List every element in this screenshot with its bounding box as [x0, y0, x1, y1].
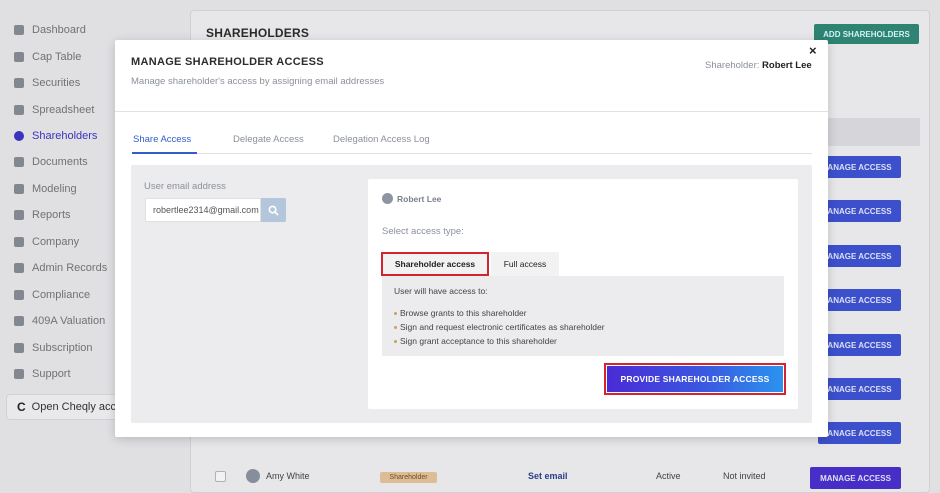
manage-shareholder-access-modal: × MANAGE SHAREHOLDER ACCESS Manage share…: [115, 40, 828, 437]
select-access-label: Select access type:: [382, 226, 464, 237]
shareholder-label: Shareholder: Robert Lee: [705, 60, 812, 71]
email-label: User email address: [144, 181, 226, 192]
access-description: User will have access to: Browse grants …: [382, 276, 784, 356]
tab-share-access[interactable]: Share Access: [133, 134, 191, 145]
modal-title: MANAGE SHAREHOLDER ACCESS: [131, 56, 324, 68]
bullet-icon: [394, 325, 397, 329]
card-user: Robert Lee: [382, 193, 441, 204]
list-item: Browse grants to this shareholder: [394, 308, 527, 318]
close-icon[interactable]: ×: [809, 44, 817, 58]
full-access-tab[interactable]: Full access: [491, 252, 559, 276]
search-icon: [268, 205, 279, 216]
shareholder-name: Robert Lee: [762, 60, 812, 71]
shareholder-access-tab[interactable]: Shareholder access: [381, 252, 489, 276]
list-item: Sign and request electronic certificates…: [394, 322, 605, 332]
provide-shareholder-access-button[interactable]: PROVIDE SHAREHOLDER ACCESS: [604, 363, 786, 395]
provide-button-label: PROVIDE SHAREHOLDER ACCESS: [607, 366, 783, 392]
search-button[interactable]: [261, 198, 286, 222]
modal-subtitle: Manage shareholder's access by assigning…: [131, 76, 385, 87]
list-item: Sign grant acceptance to this shareholde…: [394, 336, 557, 346]
tab-bar-line: [132, 153, 812, 154]
tab-delegate-access[interactable]: Delegate Access: [233, 134, 304, 145]
bullet-icon: [394, 311, 397, 315]
email-input[interactable]: [145, 198, 261, 222]
avatar: [382, 193, 393, 204]
divider: [115, 111, 828, 112]
tab-delegation-access-log[interactable]: Delegation Access Log: [333, 134, 430, 145]
bullet-icon: [394, 339, 397, 343]
active-tab-indicator: [132, 152, 197, 154]
access-card: Robert Lee Select access type: Sharehold…: [368, 179, 798, 409]
access-intro: User will have access to:: [394, 286, 488, 296]
